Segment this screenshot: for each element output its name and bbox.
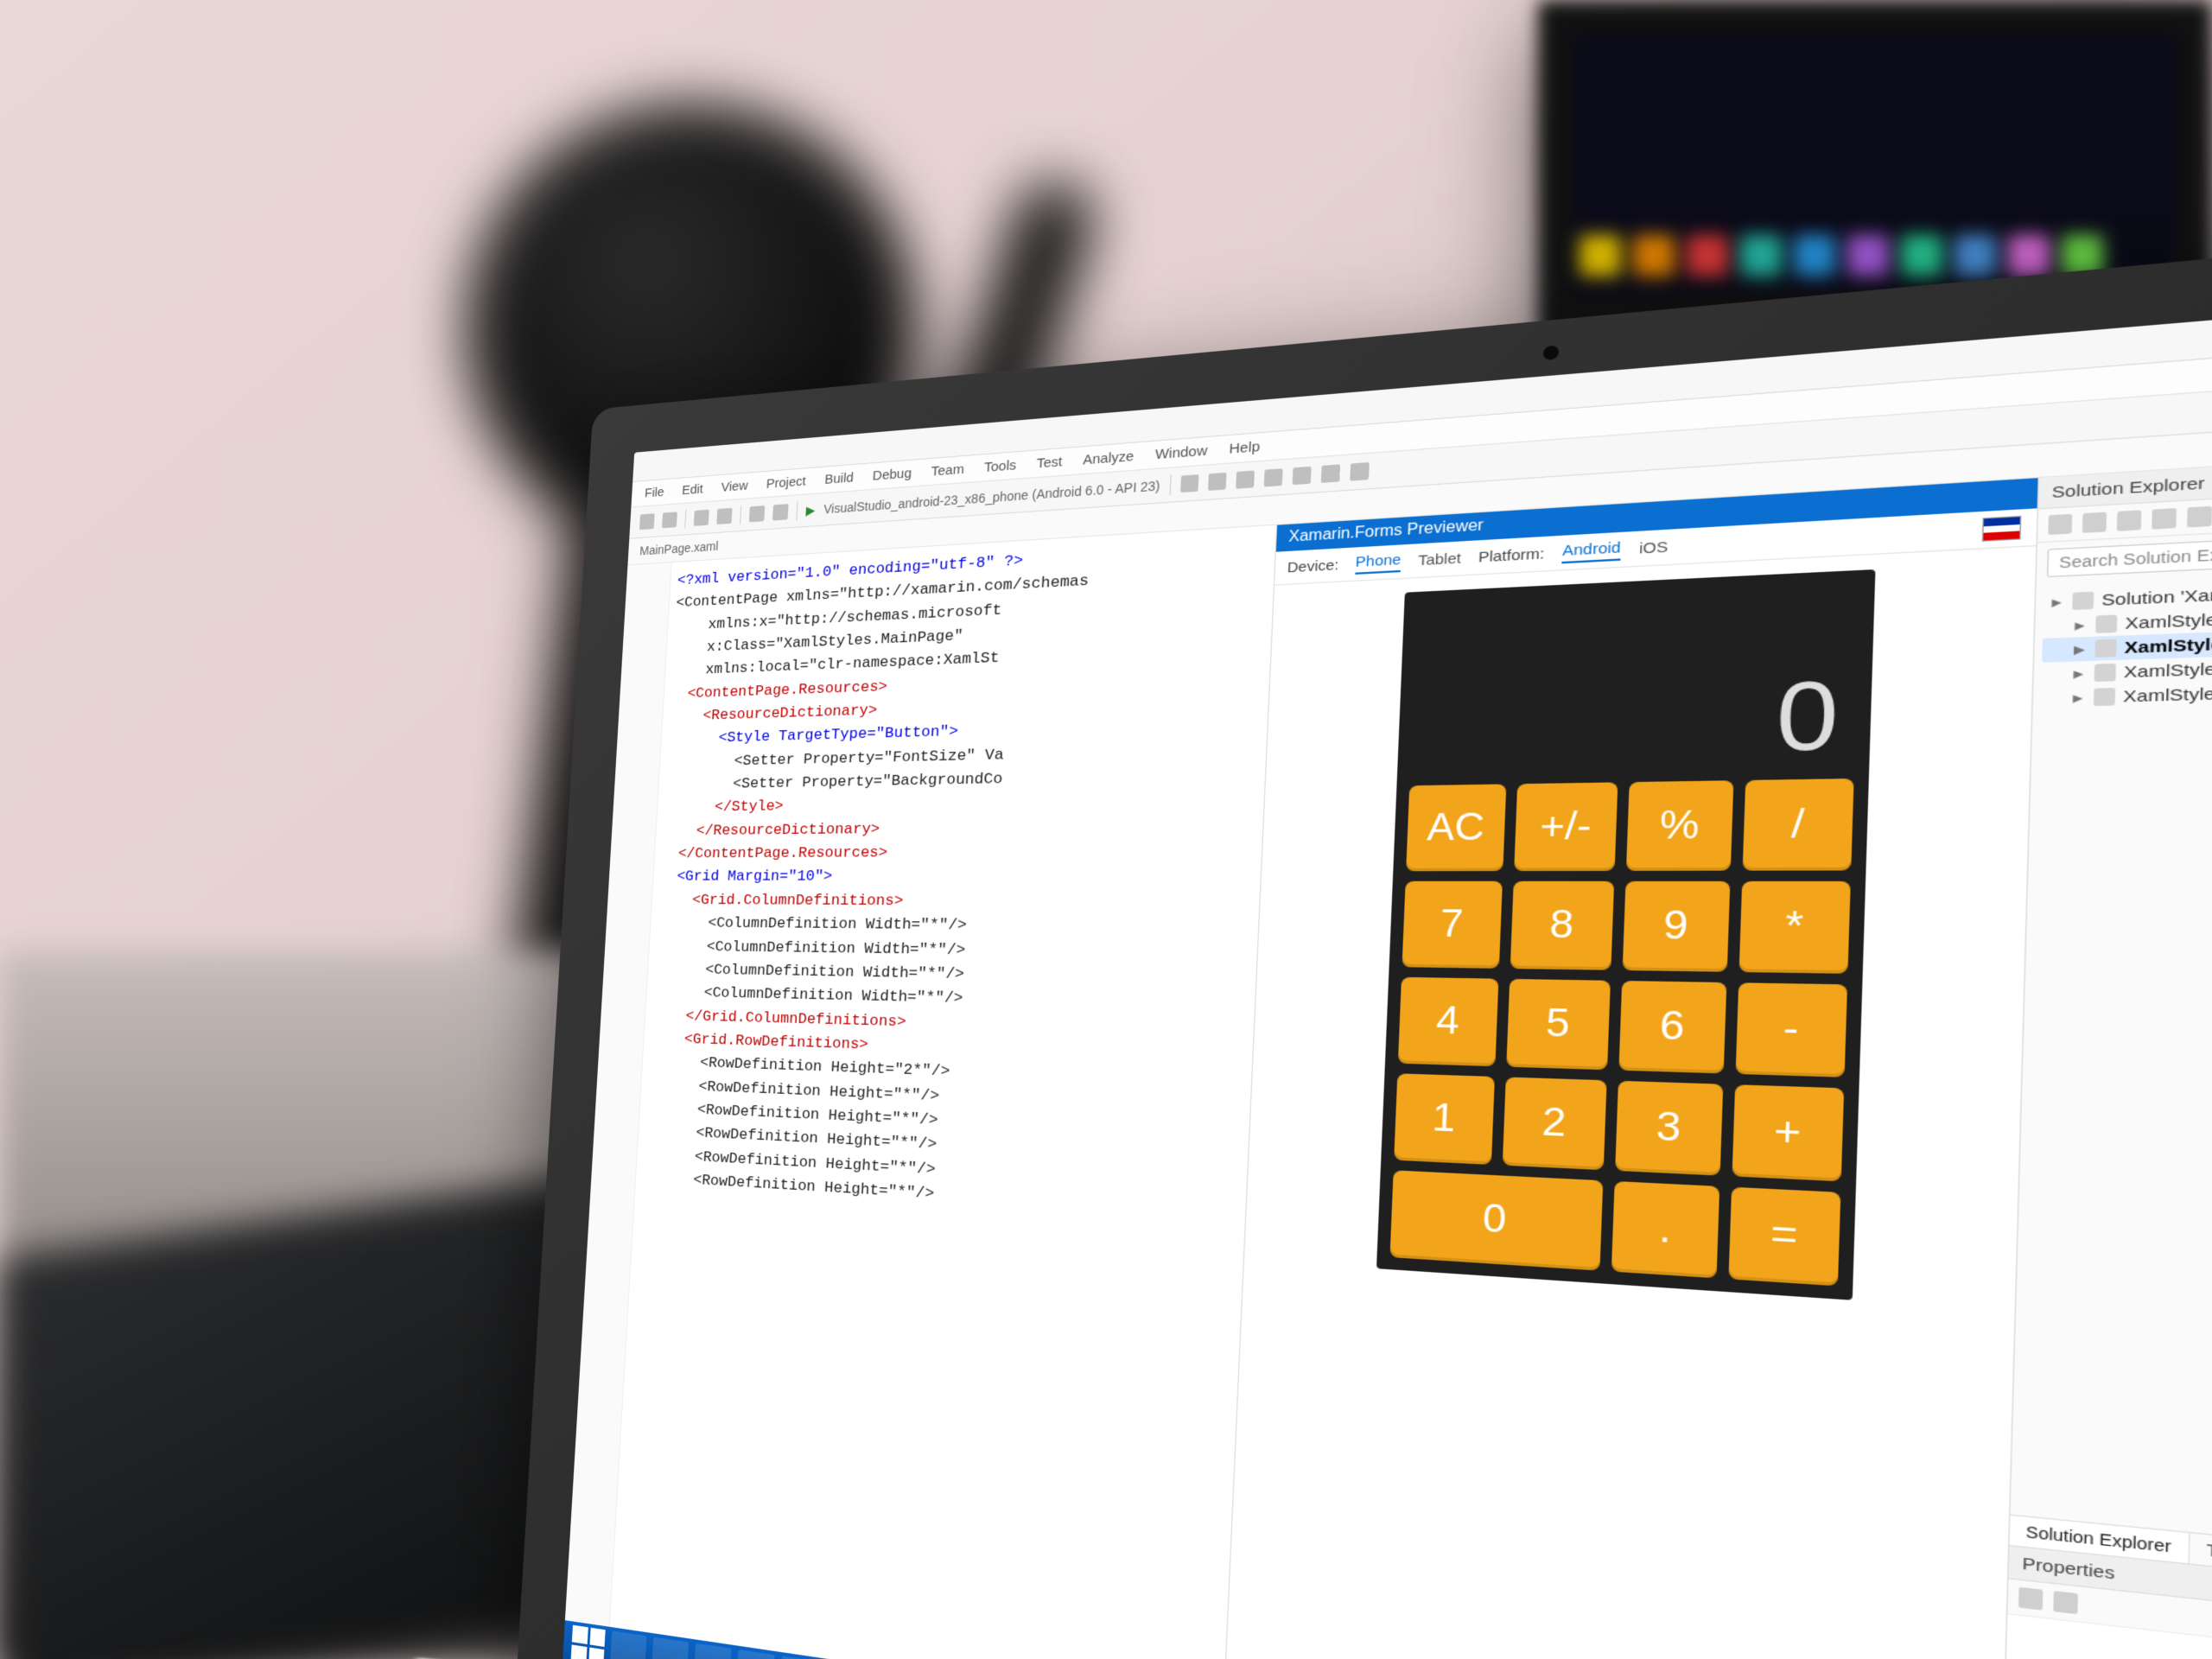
nav-fwd-icon[interactable] [662, 512, 677, 528]
calc-key-8[interactable]: 8 [1510, 881, 1614, 970]
platform-label: Platform: [1478, 545, 1545, 566]
menu-view[interactable]: View [721, 479, 748, 495]
xaml-editor[interactable]: <?xml version="1.0" encoding="utf-8" ?><… [565, 525, 1277, 1659]
platform-ios[interactable]: iOS [1639, 538, 1669, 557]
tool-icon[interactable] [1180, 474, 1198, 493]
refresh-icon[interactable] [2117, 510, 2142, 531]
menu-edit[interactable]: Edit [682, 482, 703, 499]
calculator-app: 0 AC+/-%/ 789* 456- 123+0.= [1376, 569, 1876, 1300]
redo-icon[interactable] [772, 504, 789, 520]
alpha-icon[interactable] [2053, 1591, 2078, 1614]
calc-key-+[interactable]: + [1732, 1084, 1844, 1181]
calc-key-/[interactable]: / [1743, 779, 1854, 871]
home-icon[interactable] [2048, 514, 2072, 535]
locale-flag-icon[interactable] [1982, 516, 2022, 542]
calc-key-.[interactable]: . [1611, 1181, 1719, 1278]
calc-key-0[interactable]: 0 [1389, 1170, 1603, 1270]
xamarin-previewer: Xamarin.Forms Previewer Device: Phone Ta… [1224, 478, 2039, 1659]
taskbar-item[interactable] [736, 1649, 775, 1659]
previewer-canvas: 0 AC+/-%/ 789* 456- 123+0.= [1224, 546, 2037, 1659]
calc-key--[interactable]: - [1735, 982, 1847, 1077]
collapse-icon[interactable] [2152, 508, 2177, 530]
laptop-screen: Quick Launch (Ctrl+Q) — ▢ ✕ FileEditView… [563, 265, 2212, 1659]
code-content[interactable]: <?xml version="1.0" encoding="utf-8" ?><… [610, 525, 1276, 1659]
taskbar-item[interactable] [610, 1630, 647, 1659]
calc-key-6[interactable]: 6 [1618, 981, 1726, 1073]
calc-keypad: AC+/-%/ 789* 456- 123+0.= [1376, 779, 1868, 1287]
menu-debug[interactable]: Debug [872, 466, 912, 484]
menu-test[interactable]: Test [1036, 454, 1063, 471]
platform-android[interactable]: Android [1562, 538, 1622, 563]
calc-key-1[interactable]: 1 [1394, 1073, 1495, 1165]
calc-key-+/-[interactable]: +/- [1514, 782, 1618, 871]
save-all-icon[interactable] [716, 508, 732, 524]
taskbar-item[interactable] [652, 1637, 689, 1659]
calc-key-*[interactable]: * [1738, 881, 1850, 974]
menu-file[interactable]: File [645, 485, 664, 500]
calc-key-2[interactable]: 2 [1503, 1077, 1607, 1170]
device-label: Device: [1287, 556, 1338, 575]
tool-icon[interactable] [1292, 467, 1311, 485]
tool-icon[interactable] [1263, 468, 1282, 486]
device-phone[interactable]: Phone [1355, 551, 1402, 575]
start-button[interactable] [571, 1625, 606, 1659]
calc-key-4[interactable]: 4 [1398, 977, 1499, 1066]
phone-frame: 0 AC+/-%/ 789* 456- 123+0.= [1357, 569, 1875, 1659]
tool-icon[interactable] [1236, 470, 1255, 488]
undo-icon[interactable] [749, 505, 765, 522]
calc-key-9[interactable]: 9 [1623, 881, 1731, 972]
calc-key-AC[interactable]: AC [1406, 784, 1506, 871]
menu-tools[interactable]: Tools [983, 458, 1016, 476]
menu-window[interactable]: Window [1154, 442, 1207, 462]
calc-key-5[interactable]: 5 [1506, 979, 1611, 1070]
sync-icon[interactable] [2082, 512, 2107, 533]
taskbar-item[interactable] [780, 1656, 819, 1659]
show-all-icon[interactable] [2187, 506, 2212, 528]
nav-back-icon[interactable] [639, 513, 655, 530]
laptop: Quick Launch (Ctrl+Q) — ▢ ✕ FileEditView… [512, 188, 2212, 1659]
taskbar-item[interactable] [694, 1643, 732, 1659]
tool-icon[interactable] [1320, 464, 1339, 483]
calc-key-7[interactable]: 7 [1402, 881, 1502, 969]
calc-display: 0 [1396, 569, 1875, 785]
menu-team[interactable]: Team [931, 461, 964, 480]
categorize-icon[interactable] [2018, 1587, 2044, 1611]
save-icon[interactable] [694, 510, 709, 526]
photo-scene: Quick Launch (Ctrl+Q) — ▢ ✕ FileEditView… [0, 0, 2212, 1659]
properties-pane: Properties ▼📌✕ [2001, 1545, 2212, 1659]
device-tablet[interactable]: Tablet [1418, 550, 1462, 569]
calc-key-=[interactable]: = [1728, 1187, 1840, 1287]
menu-build[interactable]: Build [824, 470, 854, 487]
calc-key-%[interactable]: % [1626, 780, 1733, 871]
calc-key-3[interactable]: 3 [1615, 1081, 1723, 1176]
menu-help[interactable]: Help [1229, 439, 1261, 457]
tool-icon[interactable] [1208, 473, 1227, 491]
tool-icon[interactable] [1350, 462, 1370, 481]
menu-project[interactable]: Project [766, 474, 806, 492]
solution-tree[interactable]: ▸Solution 'XamlStyles' (4 projects)▸Xaml… [2011, 547, 2212, 1598]
menu-analyze[interactable]: Analyze [1083, 448, 1135, 468]
